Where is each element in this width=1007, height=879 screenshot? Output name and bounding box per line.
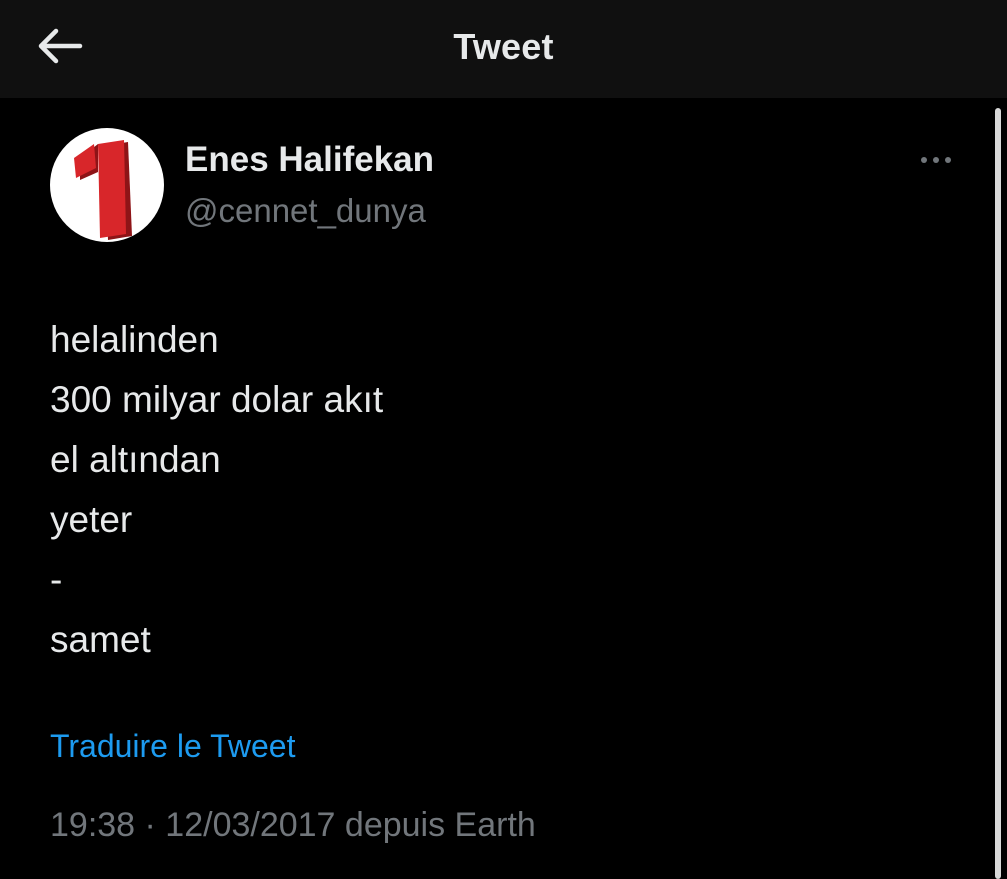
tweet-line: yeter bbox=[50, 499, 133, 540]
user-handle[interactable]: @cennet_dunya bbox=[185, 192, 426, 230]
tweet-line: samet bbox=[50, 619, 151, 660]
avatar[interactable] bbox=[50, 128, 164, 242]
page-title: Tweet bbox=[453, 26, 554, 67]
more-options-button[interactable] bbox=[916, 145, 956, 175]
tweet-line: - bbox=[50, 559, 63, 600]
tweet-line: helalinden bbox=[50, 319, 219, 360]
display-name[interactable]: Enes Halifekan bbox=[185, 140, 434, 180]
number-one-logo-icon bbox=[74, 140, 132, 240]
scrollbar[interactable] bbox=[995, 108, 1001, 879]
tweet-text: helalinden 300 milyar dolar akıt el altı… bbox=[50, 310, 383, 670]
tweet-line: el altından bbox=[50, 439, 221, 480]
more-horizontal-icon bbox=[921, 157, 951, 163]
translate-tweet-link[interactable]: Traduire le Tweet bbox=[50, 728, 295, 765]
tweet-line: 300 milyar dolar akıt bbox=[50, 379, 384, 420]
tweet-timestamp: 19:38 · 12/03/2017 depuis Earth bbox=[50, 806, 536, 844]
top-bar: Tweet bbox=[0, 0, 1007, 98]
